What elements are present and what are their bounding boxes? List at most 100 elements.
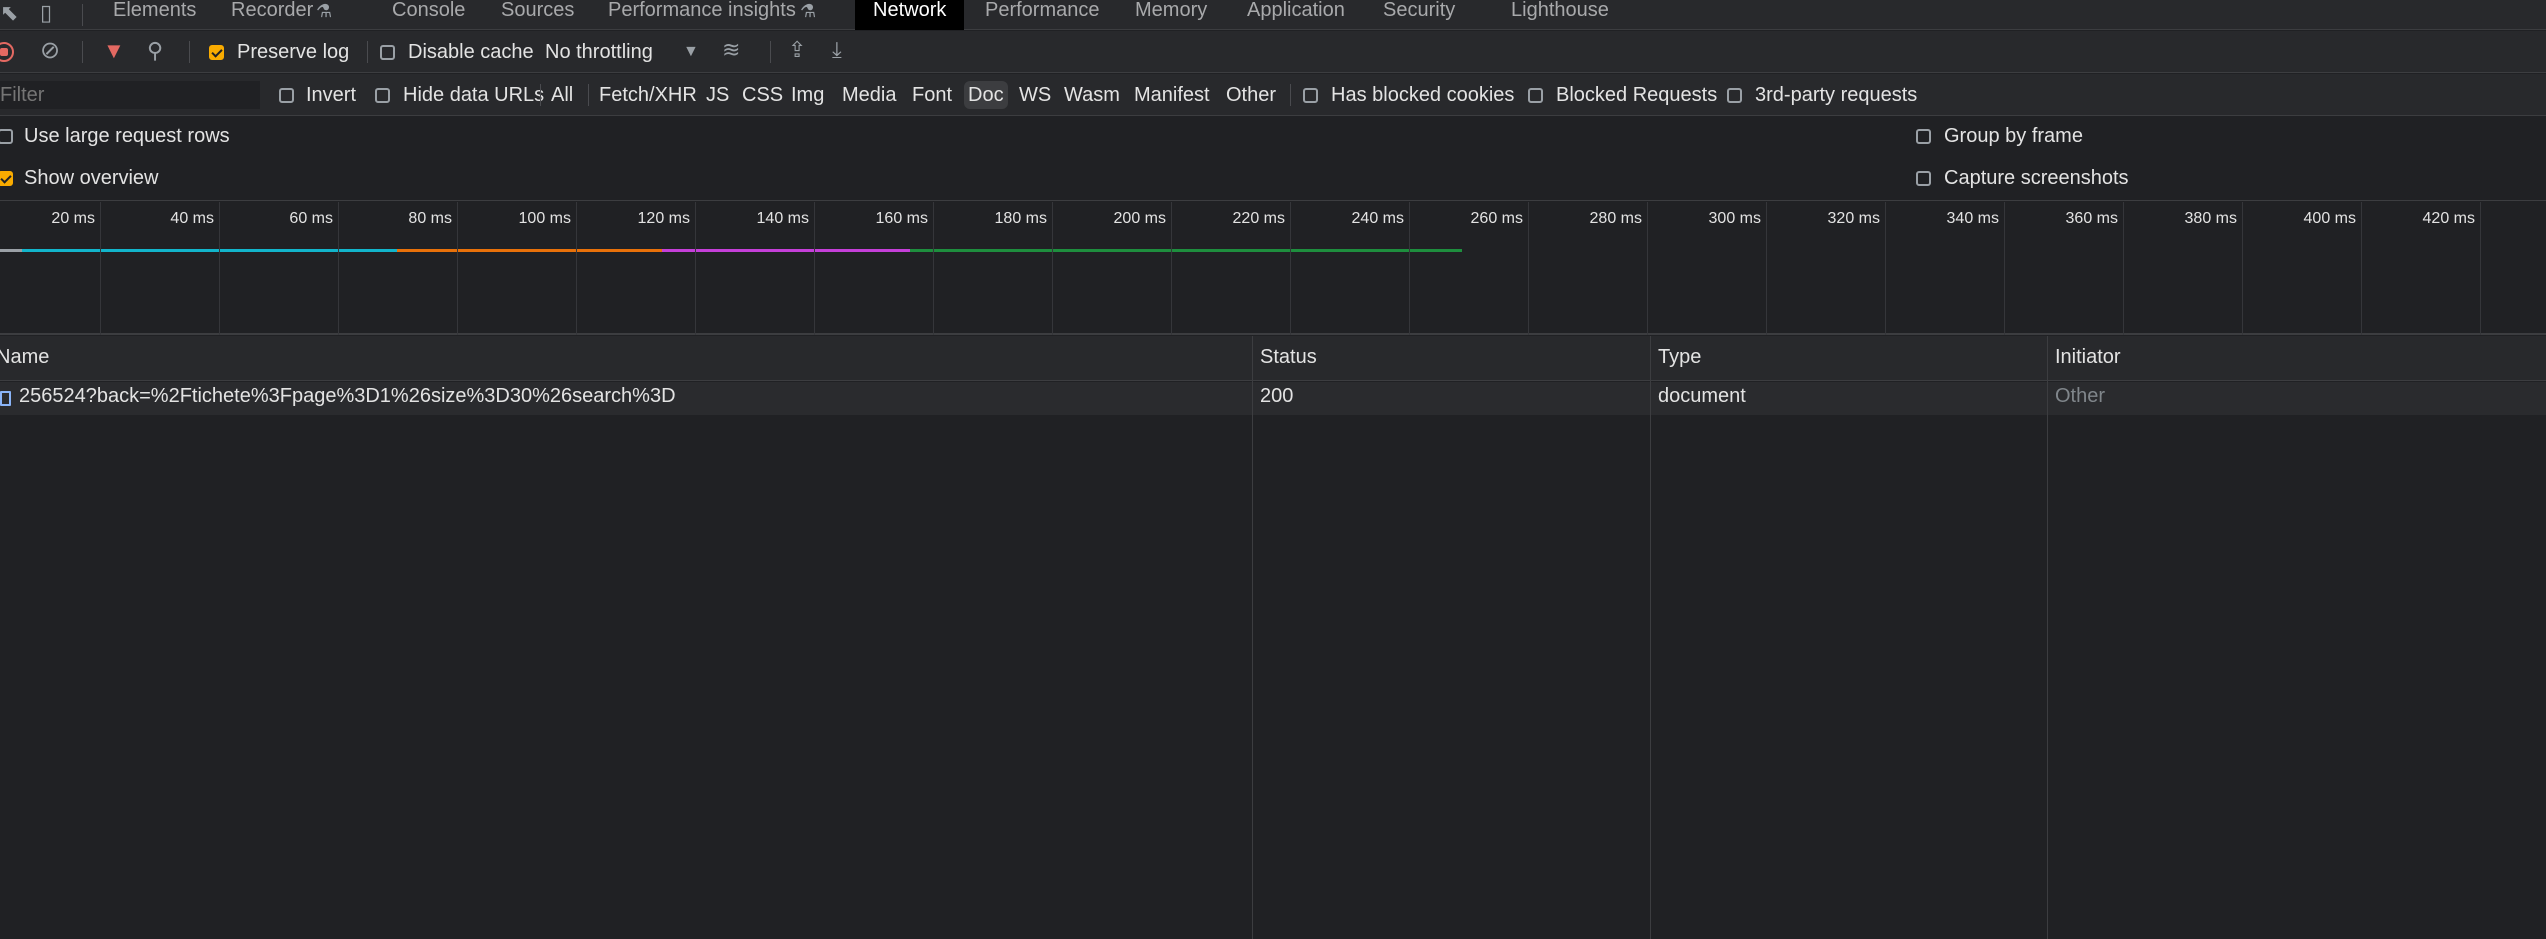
has-blocked-cookies-label: Has blocked cookies [1331, 84, 1515, 106]
search-icon[interactable]: ⚲ [147, 40, 163, 62]
time-tick-label: 260 ms [1470, 210, 1523, 227]
time-tick-label: 80 ms [408, 210, 452, 227]
time-tick-label: 360 ms [2065, 210, 2118, 227]
grid-line [1052, 202, 1053, 335]
capture-screenshots-label: Capture screenshots [1944, 167, 2129, 189]
group-by-frame-checkbox[interactable] [1916, 129, 1931, 144]
device-toolbar-icon[interactable]: ▯ [40, 2, 52, 24]
type-filter-manifest[interactable]: Manifest [1130, 81, 1214, 109]
column-header-status[interactable]: Status [1260, 346, 1317, 369]
filter-input[interactable] [0, 81, 260, 109]
network-overview[interactable]: 20 ms 40 ms 60 ms 80 ms 100 ms 120 ms 140 ms 16… [0, 202, 2546, 335]
large-rows-checkbox[interactable] [0, 129, 13, 144]
request-type: document [1658, 385, 1746, 407]
tab-console[interactable]: Console [392, 0, 465, 30]
type-filter-doc[interactable]: Doc [964, 81, 1008, 109]
grid-line [2361, 202, 2362, 335]
time-tick-label: 220 ms [1232, 210, 1285, 227]
blocked-requests-checkbox[interactable] [1528, 88, 1543, 103]
grid-line [1766, 202, 1767, 335]
type-filter-other[interactable]: Other [1222, 81, 1280, 109]
column-divider[interactable] [1650, 336, 1651, 939]
third-party-checkbox[interactable] [1727, 88, 1742, 103]
capture-screenshots-checkbox[interactable] [1916, 171, 1931, 186]
column-divider[interactable] [1252, 336, 1253, 939]
grid-line [814, 202, 815, 335]
type-filter-ws[interactable]: WS [1015, 81, 1055, 109]
type-filter-fetch-xhr[interactable]: Fetch/XHR [595, 81, 701, 109]
chevron-down-icon[interactable]: ▼ [683, 41, 699, 63]
type-filter-all[interactable]: All [547, 81, 577, 109]
tab-memory[interactable]: Memory [1135, 0, 1207, 30]
column-header-name[interactable]: Name [0, 346, 49, 369]
upload-icon[interactable]: ⇪ [788, 39, 806, 61]
timing-segment-download [910, 249, 1462, 252]
grid-line [933, 202, 934, 335]
time-tick-label: 100 ms [518, 210, 571, 227]
clear-icon[interactable]: ⊘ [40, 39, 60, 63]
column-header-type[interactable]: Type [1658, 346, 1701, 369]
column-divider[interactable] [2047, 336, 2048, 939]
timing-segment-connect [22, 249, 397, 252]
type-filter-img[interactable]: Img [787, 81, 828, 109]
invert-checkbox[interactable] [279, 88, 294, 103]
column-header-initiator[interactable]: Initiator [2055, 346, 2121, 369]
grid-line [2242, 202, 2243, 335]
grid-line [219, 202, 220, 335]
hide-data-urls-checkbox[interactable] [375, 88, 390, 103]
type-filter-font[interactable]: Font [908, 81, 956, 109]
show-overview-label: Show overview [24, 167, 159, 189]
tab-lighthouse[interactable]: Lighthouse [1511, 0, 1609, 30]
type-filter-media[interactable]: Media [838, 81, 900, 109]
tab-application[interactable]: Application [1247, 0, 1345, 30]
request-table-header: Name Status Type Initiator [0, 336, 2546, 381]
download-icon[interactable]: ⤓ [832, 39, 842, 61]
tab-performance-insights[interactable]: Performance insights [608, 0, 796, 30]
divider [189, 41, 190, 63]
tab-security[interactable]: Security [1383, 0, 1455, 30]
grid-line [1647, 202, 1648, 335]
time-tick-label: 340 ms [1946, 210, 1999, 227]
network-conditions-icon[interactable]: ≋ [722, 39, 740, 61]
tab-sources[interactable]: Sources [501, 0, 574, 30]
timing-segment-ssl [397, 249, 662, 252]
request-initiator: Other [2055, 385, 2106, 407]
network-toolbar: ⊘ ▼ ⚲ Preserve log Disable cache No thro… [0, 31, 2546, 73]
tab-network[interactable]: Network [855, 0, 965, 30]
show-overview-checkbox[interactable] [0, 171, 13, 186]
time-tick-label: 120 ms [637, 210, 690, 227]
disable-cache-label: Disable cache [408, 41, 534, 63]
grid-line [1171, 202, 1172, 335]
tab-performance[interactable]: Performance [985, 0, 1100, 30]
divider [540, 84, 541, 106]
tab-elements[interactable]: Elements [113, 0, 196, 30]
request-status: 200 [1260, 385, 1294, 407]
type-filter-js[interactable]: JS [702, 81, 733, 109]
inspect-element-icon[interactable]: ⬉ [0, 2, 18, 24]
divider [770, 41, 771, 63]
record-stop-icon[interactable] [0, 42, 14, 62]
type-filter-css[interactable]: CSS [738, 81, 787, 109]
filter-icon[interactable]: ▼ [103, 40, 125, 62]
group-by-frame-label: Group by frame [1944, 125, 2083, 147]
time-tick-label: 400 ms [2303, 210, 2356, 227]
time-tick-label: 20 ms [51, 210, 95, 227]
divider [367, 41, 368, 63]
time-tick-label: 420 ms [2422, 210, 2475, 227]
hide-data-urls-label: Hide data URLs [403, 84, 545, 106]
throttling-select[interactable]: No throttling [545, 41, 653, 64]
time-tick-label: 240 ms [1351, 210, 1404, 227]
tab-recorder[interactable]: Recorder [231, 0, 313, 30]
time-tick-label: 180 ms [994, 210, 1047, 227]
preserve-log-checkbox[interactable] [209, 45, 224, 60]
has-blocked-cookies-checkbox[interactable] [1303, 88, 1318, 103]
document-icon [0, 391, 11, 406]
timing-segment-waiting [662, 249, 910, 252]
table-row[interactable]: 256524?back=%2Ftichete%3Fpage%3D1%26size… [0, 382, 2546, 415]
flask-icon: ⚗ [800, 1, 817, 21]
invert-label: Invert [306, 84, 357, 106]
flask-icon: ⚗ [316, 1, 333, 21]
type-filter-wasm[interactable]: Wasm [1060, 81, 1124, 109]
request-name[interactable]: 256524?back=%2Ftichete%3Fpage%3D1%26size… [19, 385, 676, 408]
disable-cache-checkbox[interactable] [380, 45, 395, 60]
